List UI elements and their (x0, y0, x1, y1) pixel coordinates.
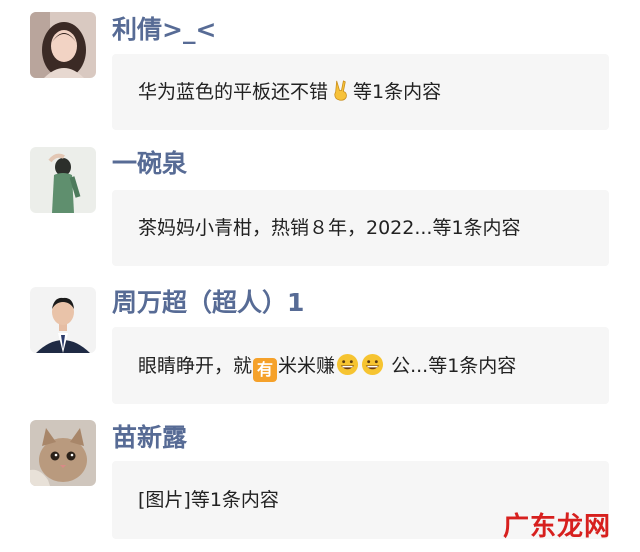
you-badge-icon: 有 (253, 358, 278, 382)
message-text: 华为蓝色的平板还不错 (138, 81, 329, 103)
avatar[interactable] (30, 147, 96, 213)
victory-hand-icon (329, 79, 352, 102)
avatar-photo-cat (30, 420, 96, 486)
contact-name[interactable]: 苗新露 (112, 423, 187, 453)
message-preview: 华为蓝色的平板还不错 等1条内容 (138, 79, 441, 105)
contact-name[interactable]: 一碗泉 (112, 149, 187, 179)
contact-name[interactable]: 周万超（超人）1 (112, 288, 304, 318)
message-text-middle: 米米赚 (278, 355, 336, 377)
message-suffix: 公...等1条内容 (391, 355, 517, 377)
message-bubble[interactable]: 眼睛睁开，就有米米赚 公...等1条内容 (112, 327, 609, 404)
message-text: 眼睛睁开，就 (138, 355, 253, 377)
message-preview: 眼睛睁开，就有米米赚 公...等1条内容 (138, 353, 516, 382)
avatar[interactable] (30, 287, 96, 353)
avatar-photo-man (30, 287, 96, 353)
avatar-photo-person (30, 147, 96, 213)
message-suffix: 等1条内容 (353, 81, 442, 103)
message-preview: 茶妈妈小青柑，热销８年，2022...等1条内容 (138, 217, 521, 239)
avatar[interactable] (30, 420, 96, 486)
message-bubble[interactable]: 茶妈妈小青柑，热销８年，2022...等1条内容 (112, 190, 609, 266)
message-preview: [图片]等1条内容 (138, 489, 279, 511)
message-bubble[interactable]: 华为蓝色的平板还不错 等1条内容 (112, 54, 609, 130)
contact-name[interactable]: 利倩>_< (112, 15, 216, 45)
grinning-face-icon (361, 353, 384, 376)
avatar[interactable] (30, 12, 96, 78)
grinning-face-icon (336, 353, 359, 376)
avatar-photo-woman (30, 12, 96, 78)
watermark-logo: 广东龙网 (503, 512, 612, 542)
